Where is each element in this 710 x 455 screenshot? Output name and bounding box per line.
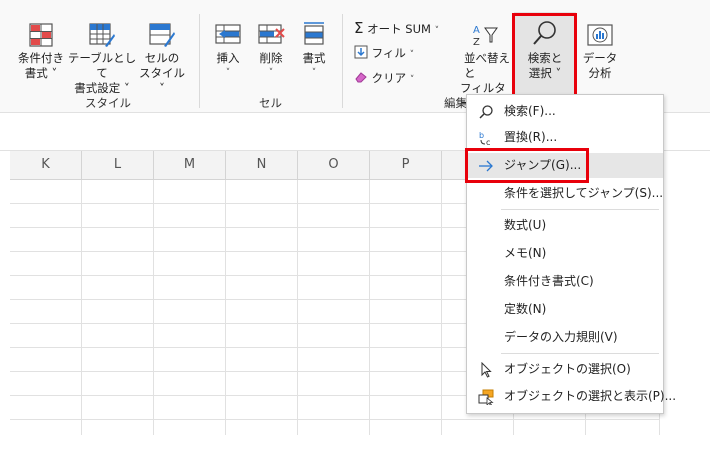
data-analysis-label-1: データ bbox=[582, 51, 618, 65]
menu-item-find[interactable]: 検索(F)... bbox=[467, 99, 663, 124]
menu-item-selection-pane[interactable]: オブジェクトの選択と表示(P)... bbox=[467, 384, 676, 409]
autosum-label: オート SUM bbox=[367, 22, 431, 36]
insert-cells-icon bbox=[215, 24, 241, 44]
format-as-table-label-1: テーブルとして bbox=[67, 51, 137, 80]
delete-caret: ˅ bbox=[268, 68, 274, 78]
data-analysis-button[interactable]: データ 分析 bbox=[578, 22, 622, 81]
menu-item-formulas[interactable]: 数式(U) bbox=[467, 213, 663, 238]
menu-item-label: データの入力規則(V) bbox=[504, 330, 618, 344]
menu-item-goto-special[interactable]: 条件を選択してジャンプ(S)... bbox=[467, 181, 663, 206]
find-select-red-highlight bbox=[512, 13, 577, 98]
menu-item-label: 置換(R)... bbox=[504, 130, 558, 144]
search-icon bbox=[479, 105, 493, 119]
svg-text:Z: Z bbox=[473, 37, 480, 48]
sort-filter-label-1: 並べ替えと bbox=[464, 51, 510, 80]
format-label: 書式 bbox=[302, 51, 326, 65]
insert-caret: ˅ bbox=[225, 68, 231, 78]
fill-caret: ˅ bbox=[409, 50, 415, 60]
conditional-formatting-label-2: 書式 ˅ bbox=[24, 66, 58, 80]
menu-item-label: メモ(N) bbox=[504, 246, 547, 260]
delete-button[interactable]: 削除 ˅ bbox=[251, 22, 291, 81]
conditional-formatting-button[interactable]: 条件付き 書式 ˅ bbox=[16, 22, 66, 81]
clear-caret: ˅ bbox=[409, 75, 415, 85]
menu-item-notes[interactable]: メモ(N) bbox=[467, 241, 663, 266]
selection-pane-icon bbox=[478, 389, 494, 405]
menu-item-label: 検索(F)... bbox=[504, 104, 556, 118]
menu-item-label: オブジェクトの選択と表示(P)... bbox=[504, 389, 677, 403]
goto-red-highlight bbox=[465, 148, 589, 183]
conditional-formatting-label-1: 条件付き bbox=[18, 51, 64, 65]
format-caret: ˅ bbox=[311, 68, 317, 78]
editing-group-label: 編集 bbox=[444, 96, 467, 110]
column-header-l[interactable]: L bbox=[82, 151, 154, 179]
menu-separator bbox=[501, 209, 659, 210]
eraser-icon bbox=[355, 72, 367, 83]
menu-item-label: 定数(N) bbox=[504, 302, 547, 316]
menu-item-select-objects[interactable]: オブジェクトの選択(O) bbox=[467, 357, 663, 382]
svg-text:A: A bbox=[473, 25, 480, 36]
data-analysis-label-2: 分析 bbox=[588, 66, 612, 80]
sort-filter-icon: A Z bbox=[473, 25, 498, 48]
format-cells-icon bbox=[304, 22, 324, 45]
cells-group-label: セル bbox=[259, 96, 282, 110]
group-separator bbox=[342, 14, 343, 108]
menu-item-label: 条件を選択してジャンプ(S)... bbox=[504, 186, 664, 200]
fill-down-icon bbox=[354, 45, 368, 59]
column-header-k[interactable]: K bbox=[10, 151, 82, 179]
menu-item-constants[interactable]: 定数(N) bbox=[467, 297, 663, 322]
menu-item-label: 数式(U) bbox=[504, 218, 547, 232]
column-header-m[interactable]: M bbox=[154, 151, 226, 179]
column-header-o[interactable]: O bbox=[298, 151, 370, 179]
menu-item-label: オブジェクトの選択(O) bbox=[504, 362, 631, 376]
clear-label: クリア bbox=[371, 71, 407, 85]
menu-separator bbox=[501, 353, 659, 354]
styles-group-label: スタイル bbox=[85, 96, 131, 110]
format-button[interactable]: 書式 ˅ bbox=[294, 22, 334, 81]
group-separator bbox=[199, 14, 200, 108]
menu-item-conditional-formatting[interactable]: 条件付き書式(C) bbox=[467, 269, 663, 294]
svg-text:c: c bbox=[486, 138, 490, 146]
format-as-table-icon bbox=[89, 23, 115, 47]
sigma-icon: Σ bbox=[354, 19, 364, 37]
autosum-caret: ˅ bbox=[434, 26, 440, 36]
cell-styles-label-1: セルの bbox=[144, 51, 180, 65]
cursor-arrow-icon bbox=[481, 362, 492, 378]
format-as-table-label-2: 書式設定 ˅ bbox=[74, 81, 130, 95]
delete-label: 削除 bbox=[259, 51, 283, 65]
format-as-table-button[interactable]: テーブルとして 書式設定 ˅ bbox=[67, 22, 137, 96]
autosum-button[interactable]: Σ オート SUM ˅ bbox=[354, 20, 439, 39]
menu-item-replace[interactable]: b c 置換(R)... bbox=[467, 125, 663, 150]
cell-styles-icon bbox=[149, 23, 175, 47]
column-header-n[interactable]: N bbox=[226, 151, 298, 179]
insert-button[interactable]: 挿入 ˅ bbox=[206, 22, 250, 81]
menu-item-data-validation[interactable]: データの入力規則(V) bbox=[467, 325, 663, 350]
fill-button[interactable]: フィル ˅ bbox=[354, 45, 414, 63]
delete-cells-icon bbox=[258, 24, 285, 44]
replace-icon: b c bbox=[479, 131, 490, 146]
find-select-menu: 検索(F)... b c 置換(R)... ジャンプ(G)... 条件を選択して… bbox=[466, 94, 676, 414]
svg-text:b: b bbox=[479, 131, 484, 140]
menu-item-label: 条件付き書式(C) bbox=[504, 274, 594, 288]
fill-label: フィル bbox=[371, 46, 406, 60]
data-analysis-icon bbox=[587, 24, 613, 46]
conditional-formatting-icon bbox=[29, 23, 53, 47]
cell-styles-button[interactable]: セルの スタイル ˅ bbox=[137, 22, 187, 96]
cell-styles-label-2: スタイル ˅ bbox=[139, 66, 185, 95]
column-header-p[interactable]: P bbox=[370, 151, 442, 179]
clear-button[interactable]: クリア ˅ bbox=[354, 70, 414, 88]
insert-label: 挿入 bbox=[216, 51, 240, 65]
